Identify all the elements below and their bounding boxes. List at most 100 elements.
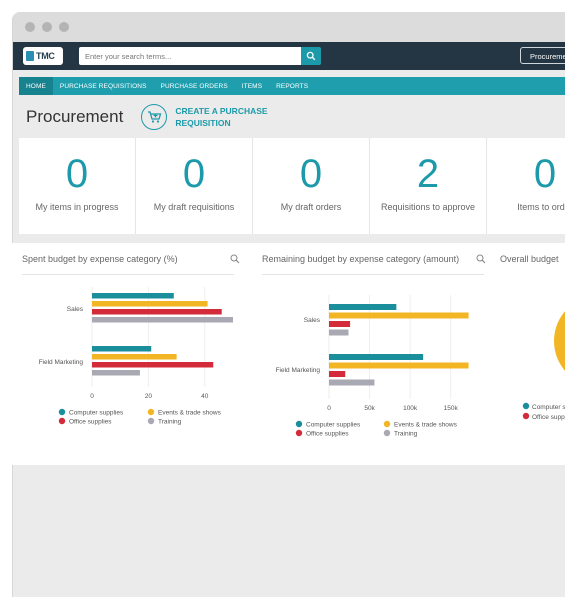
spent-divider [22,274,234,275]
spent-legend-label: Office supplies [69,419,112,426]
window-titlebar [13,12,565,42]
spent-search-icon[interactable] [230,254,240,264]
search-button[interactable] [301,47,321,65]
spent-bar [92,301,208,307]
overall-legend-dot-computer [522,402,530,410]
remaining-tick-label: 50k [364,405,375,412]
logo-text: TMC [36,51,55,61]
remaining-bar [329,304,397,310]
logo-icon [26,51,34,61]
nav-item-purchase-orders[interactable]: PURCHASE ORDERS [154,77,235,95]
nav-item-items[interactable]: ITEMS [235,77,269,95]
remaining-legend-dot [295,420,303,428]
spent-budget-chart: 0 20 40 Sales Field Marketing Computer suppli… [39,287,233,426]
create-requisition-link[interactable]: CREATE A PURCHASE REQUISITION [141,103,285,130]
spent-bar [92,293,174,299]
kpi-value: 0 [299,152,323,196]
kpi-tile[interactable]: 0 Items to order [487,138,565,234]
spent-tick-label: 20 [145,393,153,400]
kpi-label: My items in progress [35,202,119,212]
kpi-tile[interactable]: 0 My draft orders [253,138,370,234]
overall-legend-office-supplies: Office supplies [532,414,565,421]
overall-budget-panel: Overall budget Computer supplies Office … [492,243,565,465]
window-maximize-button[interactable] [59,22,69,32]
search-icon [306,51,316,61]
remaining-legend-label: Office supplies [306,431,349,438]
spent-legend-dot [147,417,155,425]
remaining-tick-label: 0 [327,405,331,412]
remaining-search-icon[interactable] [476,254,486,264]
spent-legend-label: Training [158,419,182,426]
kpi-label: My draft orders [280,202,342,212]
tmc-logo[interactable]: TMC [23,47,63,65]
module-switcher-button[interactable]: Procurement [520,47,565,64]
nav-item-home[interactable]: HOME [19,77,53,95]
top-app-bar: TMC Procurement [13,42,565,70]
kpi-tile[interactable]: 2 Requisitions to approve [370,138,487,234]
window-minimize-button[interactable] [42,22,52,32]
spent-bar [92,346,152,352]
spent-legend-dot [147,408,155,416]
search-input[interactable] [79,47,301,65]
remaining-legend-label: Computer supplies [306,422,361,429]
remaining-category-label: Sales [304,317,321,324]
spent-category-label: Field Marketing [39,359,84,366]
charts-row: Spent budget by expense category (%) 0 20… [6,243,565,465]
spent-legend-label: Computer supplies [69,410,124,417]
remaining-budget-title: Remaining budget by expense category (am… [262,254,460,264]
remaining-bar [329,329,349,336]
remaining-legend-dot [295,429,303,437]
spent-bar [92,354,177,360]
overall-legend-computer-supplies: Computer supplies [532,404,565,411]
nav-item-reports[interactable]: REPORTS [269,77,315,95]
spent-category-label: Sales [67,306,84,313]
kpi-value: 0 [533,152,557,196]
remaining-bar [329,362,469,369]
create-requisition-line1: CREATE A PURCHASE [175,105,268,116]
remaining-legend-label: Training [394,431,418,438]
page-header: Procurement CREATE A PURCHASE REQUISITIO… [13,95,565,138]
remaining-legend-dot [383,429,391,437]
remaining-bar [329,379,375,386]
overall-pie-slice [554,311,565,371]
kpi-value: 0 [65,152,89,196]
spent-tick-label: 40 [201,393,209,400]
cart-icon [141,103,168,130]
overall-budget-chart: Computer supplies Office supplies [522,311,565,421]
spent-bar [92,370,140,376]
kpi-label: Requisitions to approve [380,202,476,212]
remaining-budget-chart: 0 50k 100k 150k Sales Field Marketing Computer… [276,295,469,438]
create-requisition-label: CREATE A PURCHASE REQUISITION [175,105,285,129]
kpi-label: Items to order [517,202,565,212]
remaining-budget-panel: Remaining budget by expense category (am… [254,243,489,465]
remaining-legend-label: Events & trade shows [394,422,458,429]
kpi-label: My draft requisitions [153,202,235,212]
spent-legend-label: Events & trade shows [158,410,222,417]
kpi-value: 2 [416,152,440,196]
kpi-tile[interactable]: 0 My items in progress [19,138,136,234]
spent-budget-panel: Spent budget by expense category (%) 0 20… [14,243,242,465]
kpi-tile[interactable]: 0 My draft requisitions [136,138,253,234]
spent-legend-dot [58,408,66,416]
remaining-bar [329,312,469,319]
window-close-button[interactable] [25,22,35,32]
remaining-divider [262,274,484,275]
overall-budget-title: Overall budget [500,254,559,264]
remaining-bar [329,354,424,360]
remaining-legend-dot [383,420,391,428]
spent-bar [92,362,214,368]
spent-bar [92,317,233,323]
nav-item-purchase-requisitions[interactable]: PURCHASE REQUISITIONS [53,77,154,95]
remaining-tick-label: 150k [444,405,459,412]
remaining-bar [329,321,351,327]
create-requisition-line2: REQUISITION [175,117,231,128]
remaining-bar [329,371,346,377]
page-title: Procurement [26,106,124,126]
spent-tick-label: 0 [90,393,94,400]
spent-budget-title: Spent budget by expense category (%) [22,254,178,264]
kpi-value: 0 [182,152,206,196]
main-nav: HOME PURCHASE REQUISITIONS PURCHASE ORDERS… [19,77,565,95]
remaining-category-label: Field Marketing [276,367,321,374]
overall-legend-dot-office [522,412,530,420]
remaining-tick-label: 100k [403,405,418,412]
